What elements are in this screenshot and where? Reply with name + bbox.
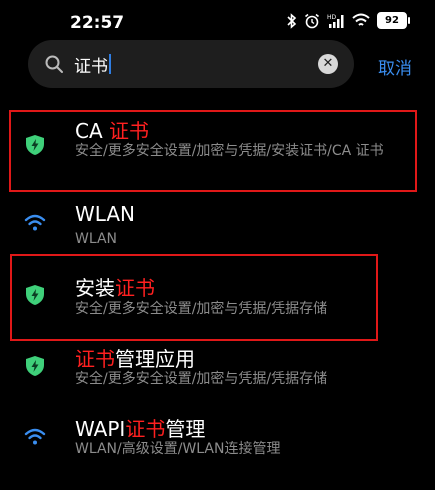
result-path: WLAN — [75, 231, 118, 247]
annotation-box — [9, 110, 417, 192]
wifi-icon — [24, 214, 46, 231]
text-caret — [109, 54, 111, 74]
wifi-icon — [24, 428, 46, 445]
close-icon: ✕ — [322, 56, 334, 71]
svg-text:HD: HD — [327, 14, 337, 21]
search-result-wapi-cert-management[interactable]: WAPI证书管理 WLAN/高级设置/WLAN连接管理 — [0, 408, 435, 464]
status-icons: HD 92 — [287, 12, 410, 29]
alarm-icon — [305, 13, 319, 28]
search-result-wlan[interactable]: WLAN WLAN — [0, 196, 435, 252]
search-icon — [45, 55, 63, 73]
result-title: WAPI证书管理 — [75, 417, 206, 441]
bluetooth-icon — [287, 12, 297, 29]
status-time: 22:57 — [70, 13, 125, 33]
hd-signal-icon: HD — [327, 14, 344, 28]
shield-icon — [26, 356, 44, 376]
clear-search-button[interactable]: ✕ — [318, 54, 338, 74]
search-box[interactable]: 证书 ✕ — [28, 40, 354, 88]
result-path: 安全/更多安全设置/加密与凭据/凭据存储 — [75, 371, 328, 387]
cancel-button[interactable]: 取消 — [378, 54, 412, 79]
search-query-text: 证书 — [74, 56, 108, 77]
annotation-box — [10, 254, 378, 341]
result-title: 证书管理应用 — [75, 347, 195, 371]
search-input[interactable]: 证书 — [74, 52, 304, 77]
search-result-cert-management-apps[interactable]: 证书管理应用 安全/更多安全设置/加密与凭据/凭据存储 — [0, 338, 435, 394]
result-path: WLAN/高级设置/WLAN连接管理 — [75, 441, 281, 457]
status-bar: 22:57 HD 92 — [0, 0, 435, 40]
wifi-status-icon — [352, 13, 370, 26]
battery-indicator: 92 — [377, 12, 410, 29]
result-title: WLAN — [75, 202, 136, 226]
